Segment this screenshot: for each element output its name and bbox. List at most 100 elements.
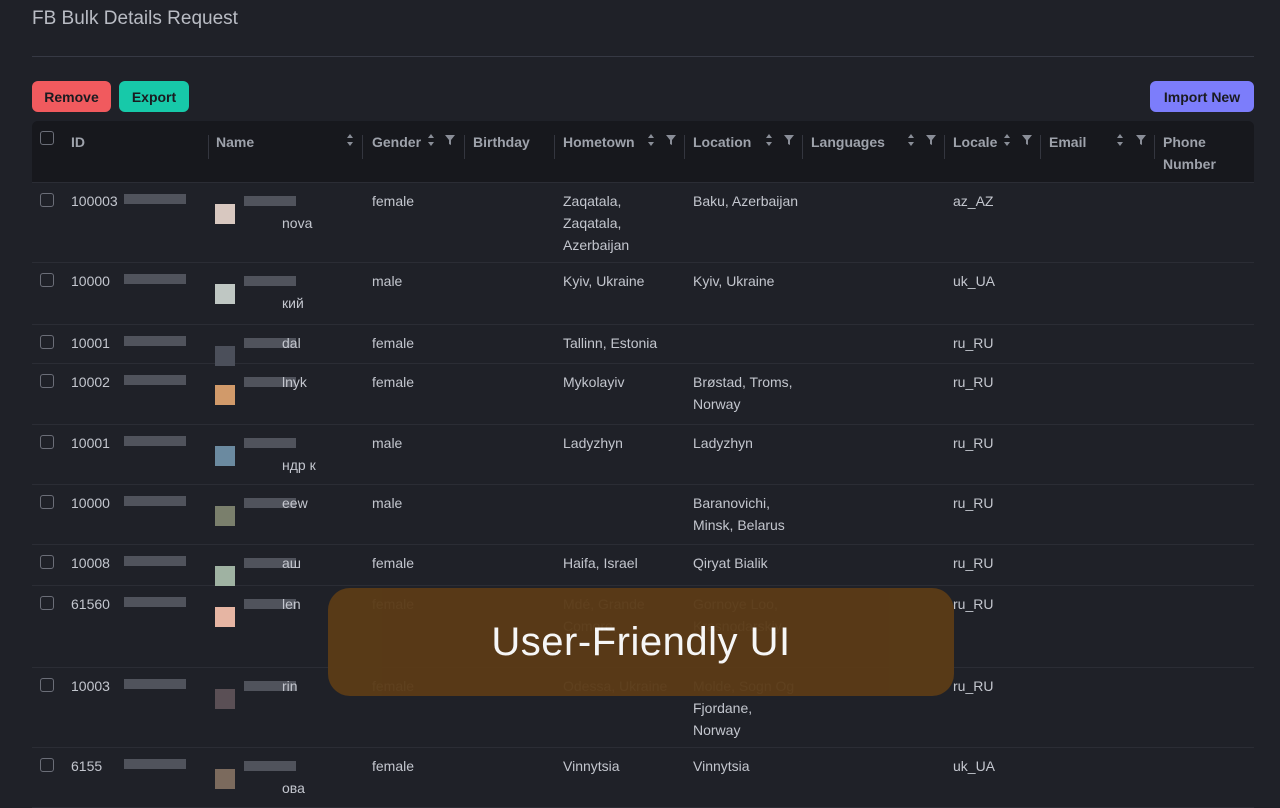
column-header-location[interactable]: Location — [693, 131, 751, 153]
cell-id: 100003 — [71, 193, 118, 209]
table-row[interactable]: 10001 dal female Tallinn, Estonia ru_RU — [32, 324, 1254, 366]
column-separator — [802, 135, 803, 159]
column-separator — [1154, 135, 1155, 159]
column-separator — [464, 135, 465, 159]
column-header-gender[interactable]: Gender — [372, 131, 421, 153]
column-header-id[interactable]: ID — [71, 131, 85, 153]
table-row[interactable]: 10000 кий male Kyiv, Ukraine Kyiv, Ukraine uk… — [32, 262, 1254, 325]
cell-locale: ru_RU — [953, 435, 994, 451]
cell-locale: az_AZ — [953, 193, 994, 209]
import-new-button[interactable]: Import New — [1150, 81, 1254, 112]
cell-id: 10000 — [71, 495, 110, 511]
filter-icon[interactable] — [1022, 135, 1032, 145]
row-checkbox[interactable] — [40, 596, 54, 610]
table-row[interactable]: 10001 ндр к male Ladyzhyn Ladyzhyn ru_RU — [32, 424, 1254, 485]
table-row[interactable]: 100003 nova female Zaqatala, Zaqatala, Azer… — [32, 182, 1254, 263]
cell-gender: female — [372, 758, 415, 774]
redacted-name-mask — [244, 196, 296, 206]
cell-hometown: Haifa, Israel — [563, 555, 638, 571]
column-header-languages[interactable]: Languages — [811, 131, 885, 153]
redacted-name-mask — [244, 761, 296, 771]
cell-locale: ru_RU — [953, 596, 994, 612]
sort-icon[interactable] — [1116, 133, 1124, 147]
column-separator — [362, 135, 363, 159]
table-row[interactable]: 10008 аш female Haifa, Israel Qiryat Bialik r… — [32, 544, 1254, 586]
row-checkbox[interactable] — [40, 273, 54, 287]
page-title: FB Bulk Details Request — [32, 8, 238, 29]
sort-icon[interactable] — [647, 133, 655, 147]
cell-hometown: Kyiv, Ukraine — [563, 273, 645, 289]
cell-id: 61560 — [71, 596, 110, 612]
row-checkbox[interactable] — [40, 678, 54, 692]
cell-locale: ru_RU — [953, 555, 994, 571]
filter-icon[interactable] — [926, 135, 936, 145]
sort-icon[interactable] — [765, 133, 773, 147]
row-checkbox[interactable] — [40, 335, 54, 349]
promo-banner-text: User-Friendly UI — [491, 619, 791, 664]
sort-icon[interactable] — [346, 133, 354, 147]
cell-id: 10001 — [71, 335, 110, 351]
row-checkbox[interactable] — [40, 758, 54, 772]
row-checkbox[interactable] — [40, 435, 54, 449]
filter-icon[interactable] — [666, 135, 676, 145]
sort-icon[interactable] — [1003, 133, 1011, 147]
cell-id: 10008 — [71, 555, 110, 571]
cell-name: ндр к — [282, 457, 316, 473]
sort-icon[interactable] — [427, 133, 435, 147]
filter-icon[interactable] — [445, 135, 455, 145]
cell-location: Brøstad, Troms, Norway — [693, 374, 793, 412]
table-row[interactable]: 6155 ова female Vinnytsia Vinnytsia uk_UA — [32, 747, 1254, 808]
column-header-hometown[interactable]: Hometown — [563, 131, 635, 153]
column-header-phone-number[interactable]: Phone Number — [1163, 131, 1233, 175]
sort-icon[interactable] — [907, 133, 915, 147]
cell-location: Kyiv, Ukraine — [693, 273, 775, 289]
column-header-birthday[interactable]: Birthday — [473, 131, 530, 153]
select-all-checkbox[interactable] — [40, 131, 54, 145]
cell-location: Qiryat Bialik — [693, 555, 768, 571]
column-separator — [1040, 135, 1041, 159]
cell-name: аш — [282, 555, 302, 571]
avatar — [215, 689, 235, 709]
row-checkbox[interactable] — [40, 374, 54, 388]
filter-icon[interactable] — [1136, 135, 1146, 145]
row-checkbox[interactable] — [40, 495, 54, 509]
row-checkbox[interactable] — [40, 193, 54, 207]
cell-hometown: Mykolayiv — [563, 374, 625, 390]
redacted-id-mask — [124, 274, 186, 284]
table-row[interactable]: 10002 lnyk female Mykolayiv Brøstad, Troms, … — [32, 363, 1254, 425]
column-header-name[interactable]: Name — [216, 131, 254, 153]
cell-name: nova — [282, 215, 313, 231]
cell-hometown: Vinnytsia — [563, 758, 620, 774]
redacted-name-mask — [244, 276, 296, 286]
cell-gender: female — [372, 193, 415, 209]
column-header-locale[interactable]: Locale — [953, 131, 997, 153]
cell-id: 10002 — [71, 374, 110, 390]
avatar — [215, 385, 235, 405]
cell-gender: female — [372, 555, 415, 571]
cell-name: dal — [282, 335, 301, 351]
table-row[interactable]: 10000 eew male Baranovichi, Minsk, Belarus r… — [32, 484, 1254, 545]
avatar — [215, 204, 235, 224]
row-checkbox[interactable] — [40, 555, 54, 569]
cell-gender: male — [372, 495, 403, 511]
avatar — [215, 506, 235, 526]
avatar — [215, 566, 235, 586]
avatar — [215, 446, 235, 466]
avatar — [215, 607, 235, 627]
cell-name: eew — [282, 495, 308, 511]
cell-location: Baku, Azerbaijan — [693, 193, 799, 209]
cell-hometown: Tallinn, Estonia — [563, 335, 658, 351]
details-table: ID Name Gender Birthday Hometown Locatio… — [32, 121, 1254, 808]
table-header: ID Name Gender Birthday Hometown Locatio… — [32, 121, 1254, 183]
cell-locale: uk_UA — [953, 758, 996, 774]
remove-button[interactable]: Remove — [32, 81, 111, 112]
cell-location: Baranovichi, Minsk, Belarus — [693, 495, 785, 533]
export-button[interactable]: Export — [119, 81, 189, 112]
filter-icon[interactable] — [784, 135, 794, 145]
column-separator — [554, 135, 555, 159]
column-header-email[interactable]: Email — [1049, 131, 1086, 153]
cell-gender: female — [372, 374, 415, 390]
cell-id: 10001 — [71, 435, 110, 451]
cell-location: Ladyzhyn — [693, 435, 753, 451]
redacted-id-mask — [124, 436, 186, 446]
